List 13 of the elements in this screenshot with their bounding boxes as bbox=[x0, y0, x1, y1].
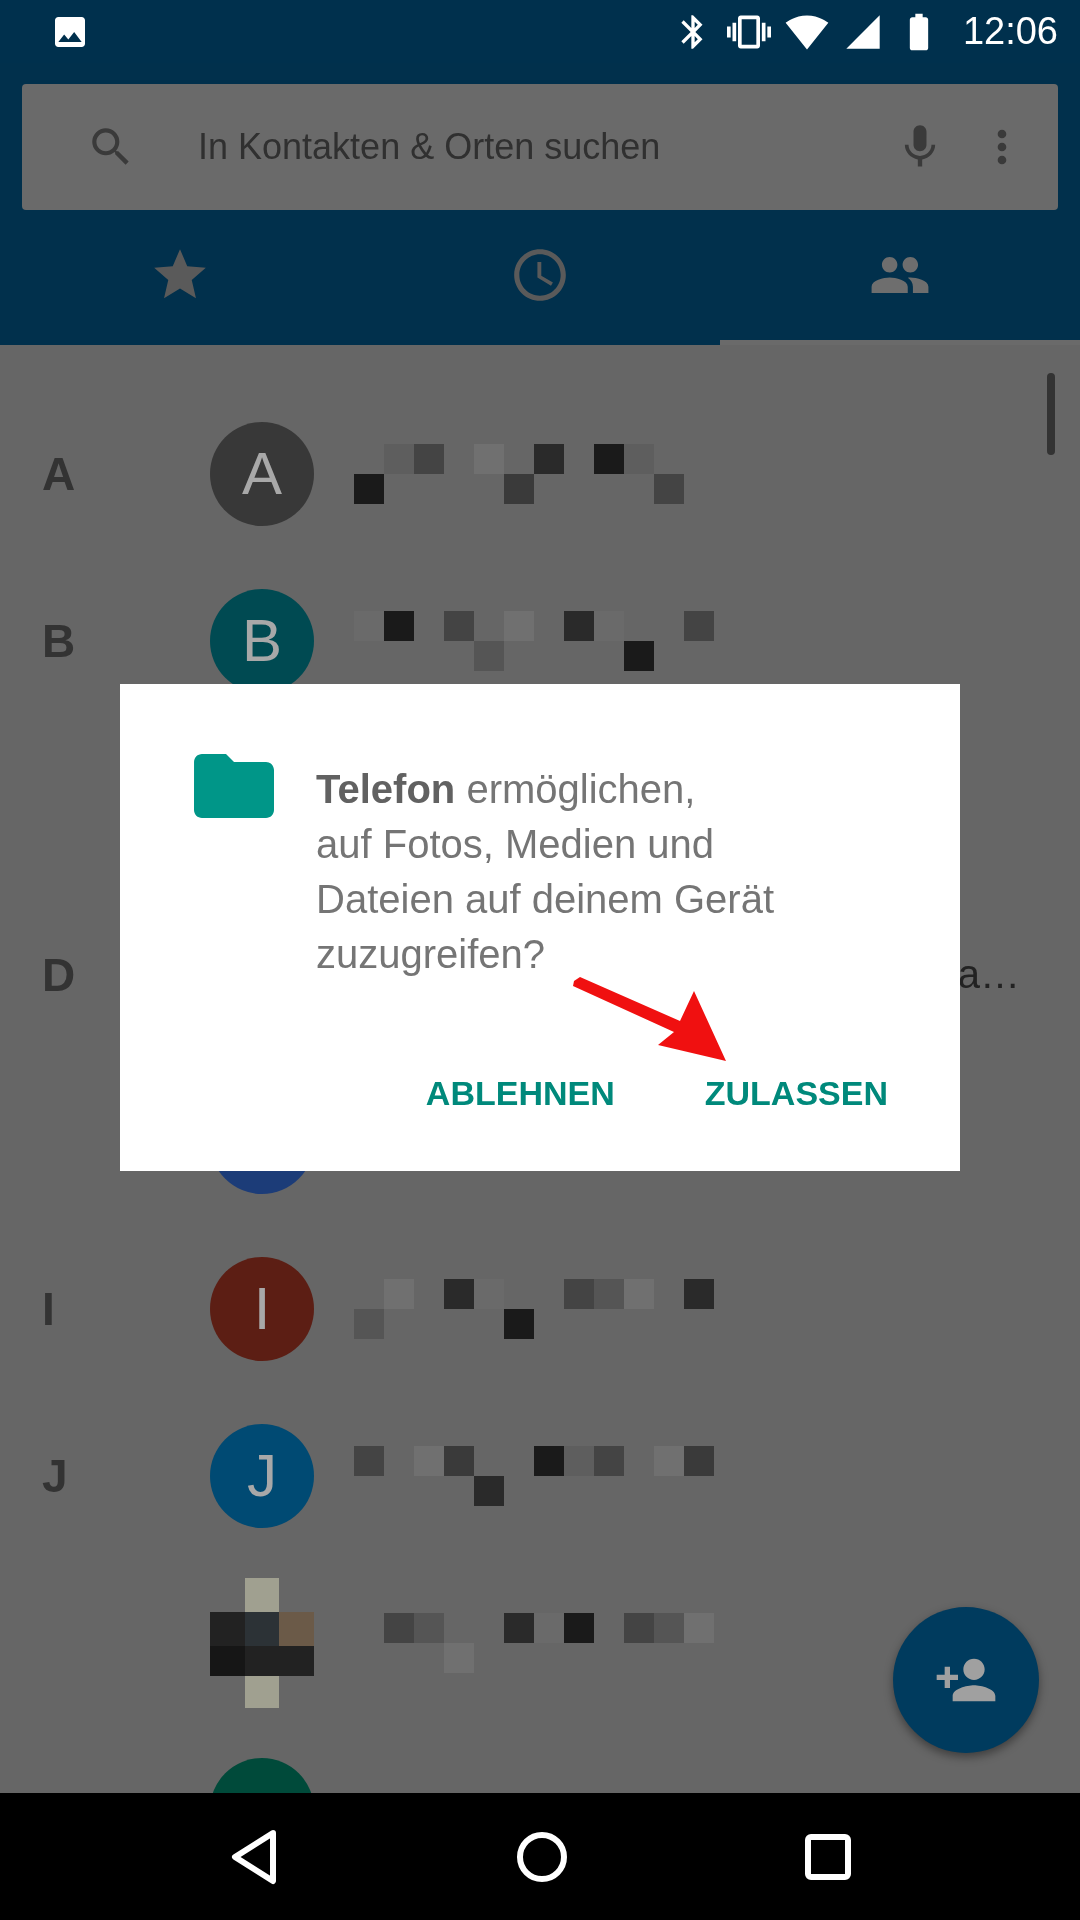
search-field[interactable]: In Kontakten & Orten suchen bbox=[22, 84, 1058, 210]
contact-name: a… bbox=[957, 952, 1020, 997]
dialog-message: Telefon ermöglichen, auf Fotos, Medien und Dateien auf deinem Gerät zuzugreifen? bbox=[316, 766, 775, 978]
clock-time: 12:06 bbox=[962, 10, 1058, 53]
dialog-button[interactable]: ZULASSEN bbox=[688, 1064, 904, 1123]
dialog-button[interactable]: ABLEHNEN bbox=[409, 1064, 631, 1123]
avatar: J bbox=[210, 1423, 314, 1528]
avatar: A bbox=[210, 421, 314, 526]
avatar: I bbox=[210, 1256, 314, 1361]
search-placeholder: In Kontakten & Orten suchen bbox=[198, 126, 662, 168]
home-icon[interactable] bbox=[516, 1830, 568, 1883]
scroll-thumb[interactable] bbox=[1047, 373, 1055, 455]
recents-icon[interactable] bbox=[805, 1833, 852, 1880]
